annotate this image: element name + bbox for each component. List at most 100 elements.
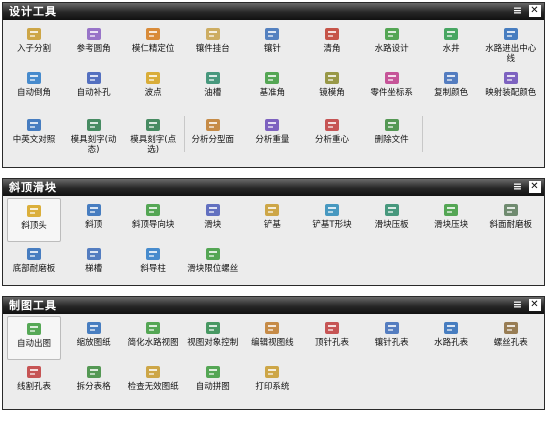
tool-button-pin-table[interactable]: 镶针孔表	[365, 316, 419, 360]
tool-button-wedge-base[interactable]: 铲基	[245, 198, 299, 242]
tool-button-angle-wear-plate[interactable]: 斜面耐磨板	[484, 198, 538, 242]
insert-hanger-icon	[204, 25, 222, 43]
tool-button-water-table[interactable]: 水路孔表	[424, 316, 478, 360]
tool-button-angle-pin[interactable]: 斜导柱	[126, 242, 180, 285]
tool-button-label: 滑块限位螺丝	[187, 264, 239, 274]
panel-options-icon[interactable]: ≡	[512, 299, 524, 311]
panel-titlebar[interactable]: 制图工具 ≡ ✕	[3, 297, 544, 314]
engrave-dynamic-icon	[85, 116, 103, 134]
tool-button-translate[interactable]: 中英文对照	[7, 113, 61, 157]
tool-button-label: 线割孔表	[16, 382, 51, 392]
tool-button-corner-clear[interactable]: 清角	[305, 22, 359, 66]
close-icon[interactable]: ✕	[529, 299, 541, 311]
tool-button-auto-chamfer[interactable]: 自动倒角	[7, 66, 61, 110]
tool-button-water-view[interactable]: 简化水路视图	[126, 316, 180, 360]
edit-view-line-icon	[263, 319, 281, 337]
tool-button-label: 自动倒角	[16, 88, 51, 98]
tool-button-insert-pin[interactable]: 镶针	[245, 22, 299, 66]
tool-button-ejector-table[interactable]: 顶针孔表	[305, 316, 359, 360]
tool-button-label: 顶针孔表	[314, 338, 349, 348]
tool-button-datum-corner[interactable]: 基准角	[245, 66, 299, 110]
tool-button-wire-cut-table[interactable]: 线割孔表	[7, 360, 61, 404]
tool-button-auto-patch[interactable]: 自动补孔	[67, 66, 121, 110]
tool-button-lifter-guide[interactable]: 斜顶导向块	[126, 198, 180, 242]
tool-button-part-csys[interactable]: 零件坐标系	[365, 66, 419, 110]
tool-button-label: 基准角	[259, 88, 286, 98]
water-centerline-icon	[502, 25, 520, 43]
tool-button-reference-fillet[interactable]: 参考圆角	[67, 22, 121, 66]
water-design-icon	[383, 25, 401, 43]
scale-sheet-icon	[85, 319, 103, 337]
tool-button-label: 自动出图	[16, 339, 51, 349]
tool-button-screw-table[interactable]: 螺丝孔表	[484, 316, 538, 360]
tool-button-slider[interactable]: 滑块	[186, 198, 240, 242]
tool-button-parting-analysis[interactable]: 分析分型面	[186, 113, 240, 157]
close-icon[interactable]: ✕	[529, 181, 541, 193]
tool-button-weight-analysis[interactable]: 分析重量	[245, 113, 299, 157]
panel-titlebar[interactable]: 斜顶滑块 ≡ ✕	[3, 179, 544, 196]
delete-file-icon	[383, 116, 401, 134]
tool-button-engrave-dynamic[interactable]: 模具刻字(动态)	[67, 113, 121, 157]
panel-title: 设计工具	[9, 5, 57, 18]
tool-button-water-design[interactable]: 水路设计	[365, 22, 419, 66]
tool-button-slider-block[interactable]: 滑块压块	[424, 198, 478, 242]
auto-chamfer-icon	[25, 69, 43, 87]
tool-button-print[interactable]: 打印系统	[245, 360, 299, 404]
panel-1: 设计工具 ≡ ✕ 入子分割 参考圆角 模仁精定位 镶件挂台 镶针 清角 水路设计 水井 水路进出中心线…	[2, 2, 545, 168]
lifter-head-icon	[25, 202, 43, 220]
tool-button-oil-groove[interactable]: 油槽	[186, 66, 240, 110]
translate-icon	[25, 116, 43, 134]
tool-button-delete-file[interactable]: 删除文件	[365, 113, 419, 157]
tool-button-auto-drawing[interactable]: 自动出图	[7, 316, 61, 360]
tool-button-label: 中英文对照	[12, 135, 56, 145]
tool-button-lifter-head[interactable]: 斜顶头	[7, 198, 61, 242]
tool-button-scale-sheet[interactable]: 缩放图纸	[67, 316, 121, 360]
tool-button-water-well[interactable]: 水井	[424, 22, 478, 66]
tool-button-dovetail[interactable]: 梯槽	[67, 242, 121, 285]
tool-button-label: 打印系统	[255, 382, 290, 392]
tool-button-map-assembly-color[interactable]: 映射装配颜色	[484, 66, 538, 110]
tool-button-label: 复制颜色	[434, 88, 469, 98]
slider-stop-screw-icon	[204, 245, 222, 263]
tool-button-label: 斜顶头	[21, 221, 47, 231]
tool-button-auto-layout[interactable]: 自动拼图	[186, 360, 240, 404]
tool-button-engrave-pick[interactable]: 模具刻字(点选)	[126, 113, 180, 157]
tool-button-wedge-tblock[interactable]: 铲基T形块	[305, 198, 359, 242]
tool-button-insert-hanger[interactable]: 镶件挂台	[186, 22, 240, 66]
tool-button-edit-view-line[interactable]: 编辑视图线	[245, 316, 299, 360]
slider-block-icon	[442, 201, 460, 219]
tool-button-copy-color[interactable]: 复制颜色	[424, 66, 478, 110]
copy-color-icon	[442, 69, 460, 87]
split-insert-icon	[25, 25, 43, 43]
tool-button-label: 镜模角	[319, 88, 345, 98]
tool-button-mirror-corner[interactable]: 镜模角	[305, 66, 359, 110]
close-icon[interactable]: ✕	[529, 5, 541, 17]
tool-button-label: 自动拼图	[195, 382, 230, 392]
tool-button-split-table[interactable]: 拆分表格	[67, 360, 121, 404]
tool-button-check-sheet[interactable]: 检查无效图纸	[126, 360, 180, 404]
print-icon	[263, 363, 281, 381]
water-table-icon	[442, 319, 460, 337]
tool-button-slider-stop-screw[interactable]: 滑块限位螺丝	[186, 242, 240, 285]
tool-button-centroid-analysis[interactable]: 分析重心	[305, 113, 359, 157]
datum-corner-icon	[263, 69, 281, 87]
tool-button-slider-plate[interactable]: 滑块压板	[365, 198, 419, 242]
tool-button-label: 模具刻字(点选)	[130, 135, 177, 155]
panel-titlebar[interactable]: 设计工具 ≡ ✕	[3, 3, 544, 20]
tool-button-view-object[interactable]: 视图对象控制	[186, 316, 240, 360]
auto-patch-icon	[85, 69, 103, 87]
tool-button-label: 入子分割	[16, 44, 51, 54]
tool-button-split-insert[interactable]: 入子分割	[7, 22, 61, 66]
panel-options-icon[interactable]: ≡	[512, 181, 524, 193]
tool-button-lifter[interactable]: 斜顶	[67, 198, 121, 242]
tool-button-water-centerline[interactable]: 水路进出中心线	[484, 22, 538, 66]
tool-button-label: 水路进出中心线	[485, 44, 537, 64]
tool-button-core-locate[interactable]: 模仁精定位	[126, 22, 180, 66]
panel-options-icon[interactable]: ≡	[512, 5, 524, 17]
tool-button-bottom-wear-plate[interactable]: 底部耐磨板	[7, 242, 61, 285]
tool-button-label: 简化水路视图	[127, 338, 179, 348]
auto-layout-icon	[204, 363, 222, 381]
panel-title: 斜顶滑块	[9, 181, 57, 194]
tool-button-wave-point[interactable]: 波点	[126, 66, 180, 110]
reference-fillet-icon	[85, 25, 103, 43]
